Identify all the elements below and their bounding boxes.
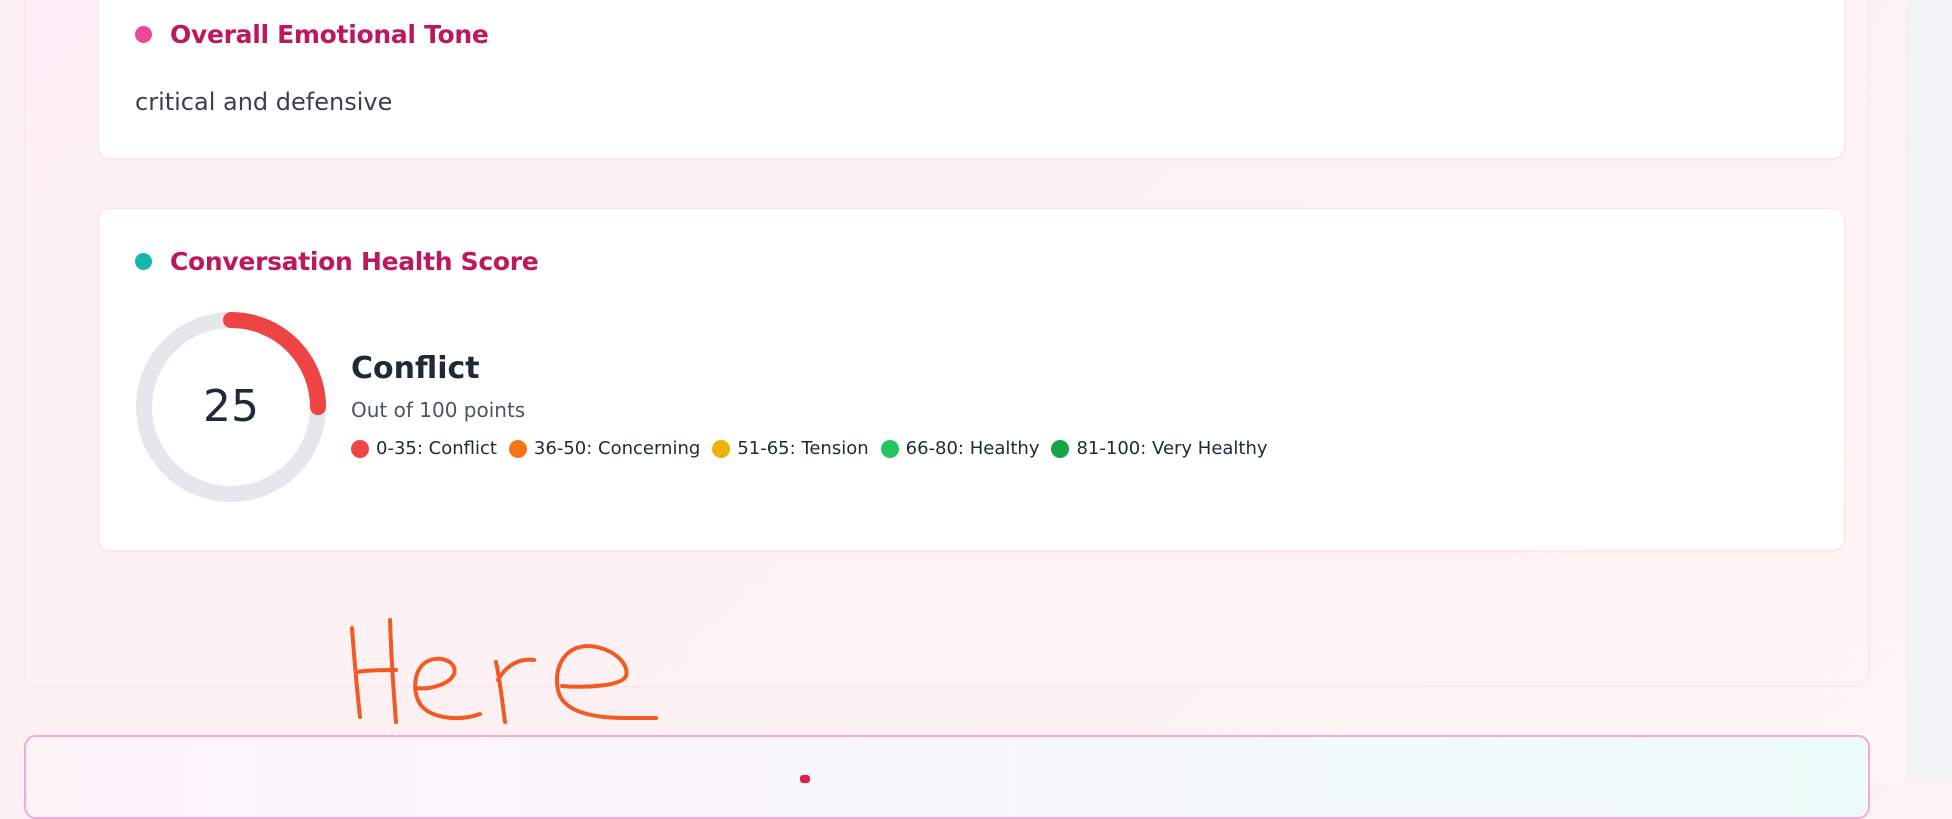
health-score-header: Conversation Health Score xyxy=(135,247,539,276)
legend-dot-icon xyxy=(880,439,899,458)
heading-fragment xyxy=(800,775,810,783)
legend-item: 51-65: Tension xyxy=(712,438,869,459)
score-legend: 0-35: Conflict 36-50: Concerning 51-65: Te… xyxy=(351,438,1280,459)
emotional-tone-header: Overall Emotional Tone xyxy=(135,20,489,49)
health-score-card: Conversation Health Score 25 Conflict Ou… xyxy=(98,208,1845,551)
legend-item: 66-80: Healthy xyxy=(880,438,1040,459)
health-score-gauge: 25 xyxy=(133,309,329,505)
pink-dot-icon xyxy=(135,26,152,43)
legend-item: 0-35: Conflict xyxy=(351,438,497,459)
legend-dot-icon xyxy=(351,439,369,458)
handwritten-here-drawing xyxy=(350,618,658,724)
page-scrollbar[interactable] xyxy=(1907,0,1952,781)
score-info: Conflict Out of 100 points 0-35: Conflic… xyxy=(351,351,1280,459)
legend-item: 81-100: Very Healthy xyxy=(1051,438,1268,459)
health-score-title: Conversation Health Score xyxy=(170,247,539,276)
score-value: 25 xyxy=(203,381,259,432)
score-label: Conflict xyxy=(351,351,480,386)
legend-label: 36-50: Concerning xyxy=(533,438,701,459)
next-section-card xyxy=(24,735,1870,819)
legend-label: 51-65: Tension xyxy=(737,438,869,459)
emotional-tone-title: Overall Emotional Tone xyxy=(170,20,489,49)
emotional-tone-card: Overall Emotional Tone critical and defe… xyxy=(98,0,1845,159)
legend-label: 66-80: Healthy xyxy=(905,438,1040,459)
teal-dot-icon xyxy=(135,253,152,270)
legend-label: 0-35: Conflict xyxy=(376,438,497,459)
legend-dot-icon xyxy=(508,439,527,458)
legend-dot-icon xyxy=(1051,439,1070,458)
legend-label: 81-100: Very Healthy xyxy=(1076,438,1268,459)
emotional-tone-text: critical and defensive xyxy=(135,88,393,116)
legend-item: 36-50: Concerning xyxy=(508,438,701,459)
handwritten-annotation xyxy=(330,610,670,735)
legend-dot-icon xyxy=(712,439,731,458)
score-subtitle: Out of 100 points xyxy=(351,398,526,422)
analysis-panel: Overall Emotional Tone critical and defe… xyxy=(24,0,1869,687)
